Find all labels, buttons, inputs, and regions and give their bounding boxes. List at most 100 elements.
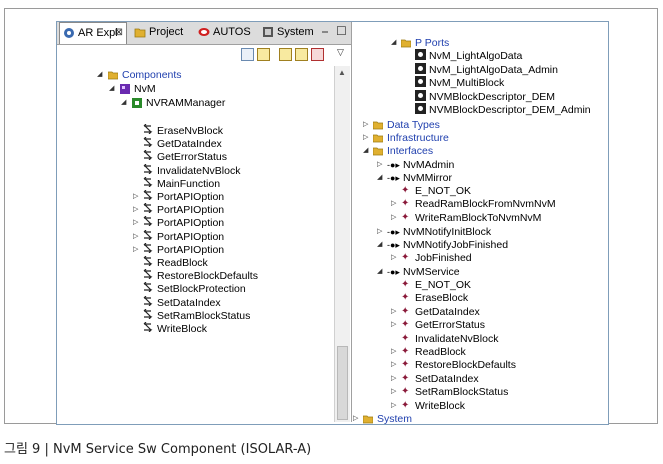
- operation-icon: ✦: [401, 386, 410, 398]
- collapsed-arrow-icon[interactable]: ▷: [363, 131, 368, 145]
- collapsed-arrow-icon[interactable]: ▷: [391, 399, 396, 413]
- workspace-panel: AR Expl ⊠ Project AUTOS System ⎯ ☐ ▽ ◢ C…: [56, 21, 609, 425]
- tree-node-runnable-label: RestoreBlockDefaults: [157, 270, 258, 283]
- collapsed-arrow-icon[interactable]: ▷: [133, 230, 138, 244]
- nvm-admin-label: NvMAdmin: [403, 159, 455, 171]
- nvm-notify-job-label: NvMNotifyJobFinished: [403, 239, 509, 251]
- operation-icon: ✦: [401, 372, 410, 384]
- collapsed-arrow-icon[interactable]: ▷: [391, 358, 396, 372]
- runnable-icon: [143, 123, 153, 138]
- tab-ar-explorer[interactable]: AR Expl ⊠: [59, 22, 127, 44]
- tree-node-operation-label: JobFinished: [415, 252, 472, 264]
- collapsed-arrow-icon[interactable]: ▷: [391, 318, 396, 332]
- collapsed-arrow-icon[interactable]: ▷: [391, 211, 396, 225]
- tab-autosar[interactable]: AUTOS: [195, 22, 257, 42]
- link-editor-icon[interactable]: [257, 48, 270, 61]
- operation-icon: ✦: [401, 292, 410, 304]
- interface-icon: -●▸: [387, 227, 400, 237]
- left-tree: ◢ Components ◢ NvM ◢ NVRAMManager EraseN…: [57, 66, 333, 422]
- expanded-arrow-icon[interactable]: ◢: [97, 68, 102, 82]
- collapsed-arrow-icon[interactable]: ▷: [353, 412, 358, 426]
- tree-node-runnable-label: SetDataIndex: [157, 296, 221, 309]
- expanded-arrow-icon[interactable]: ◢: [377, 238, 382, 252]
- vertical-scrollbar[interactable]: ▲: [334, 66, 350, 422]
- runnable-icon: [143, 255, 153, 270]
- collapsed-arrow-icon[interactable]: ▷: [133, 216, 138, 230]
- expanded-arrow-icon[interactable]: ◢: [391, 36, 396, 50]
- collapsed-arrow-icon[interactable]: ▷: [391, 305, 396, 319]
- expanded-arrow-icon[interactable]: ◢: [377, 171, 382, 185]
- collapsed-arrow-icon[interactable]: ▷: [391, 385, 396, 399]
- runnable-icon: [143, 149, 153, 164]
- tree-node-runnable-label: PortAPIOption: [157, 191, 225, 203]
- operation-icon: ✦: [401, 252, 410, 263]
- collapsed-arrow-icon[interactable]: ▷: [133, 190, 138, 204]
- operation-icon: ✦: [401, 305, 410, 317]
- expanded-arrow-icon[interactable]: ◢: [363, 144, 368, 158]
- folder-icon: [401, 39, 411, 48]
- filter-settings-icon[interactable]: [295, 48, 308, 61]
- collapsed-arrow-icon[interactable]: ▷: [377, 225, 382, 239]
- operation-icon: ✦: [401, 198, 410, 210]
- components-label: Components: [122, 69, 182, 81]
- interface-icon: -●▸: [387, 240, 400, 250]
- nvram-manager-label: NVRAMManager: [146, 97, 226, 109]
- folder-icon: [373, 121, 383, 130]
- tree-node-operation-label: WriteRamBlockToNvmNvM: [415, 211, 542, 224]
- ar-explorer-pane: AR Expl ⊠ Project AUTOS System ⎯ ☐ ▽ ◢ C…: [57, 22, 352, 422]
- collapsed-arrow-icon[interactable]: ▷: [363, 118, 368, 132]
- nvm-label: NvM: [134, 83, 156, 95]
- collapsed-arrow-icon[interactable]: ▷: [391, 251, 396, 265]
- maximize-button[interactable]: ☐: [336, 24, 347, 38]
- interface-icon: -●▸: [387, 173, 400, 183]
- collapsed-arrow-icon[interactable]: ▷: [377, 158, 382, 172]
- collapsed-arrow-icon[interactable]: ▷: [133, 243, 138, 257]
- tree-node-operation-label: E_NOT_OK: [415, 279, 472, 291]
- runnable-icon: [143, 295, 153, 310]
- tree-node-operation-label: EraseBlock: [415, 292, 469, 305]
- collapsed-arrow-icon[interactable]: ▷: [133, 203, 138, 217]
- tree-node-runnable-label: GetDataIndex: [157, 138, 222, 151]
- system-label: System: [377, 413, 413, 425]
- tab-system[interactable]: System: [259, 22, 319, 42]
- tree-node-runnable-label: MainFunction: [157, 177, 221, 190]
- autosar-icon: [198, 28, 210, 36]
- scrollbar-thumb[interactable]: [337, 346, 348, 420]
- view-menu-icon[interactable]: ▽: [337, 47, 344, 58]
- folder-icon: [373, 134, 383, 143]
- minimize-button[interactable]: ⎯: [322, 24, 328, 39]
- scroll-up-icon[interactable]: ▲: [338, 68, 346, 77]
- tree-node-runnable-label: PortAPIOption: [157, 204, 225, 217]
- expanded-arrow-icon[interactable]: ◢: [377, 265, 382, 279]
- interface-icon: -●▸: [387, 267, 400, 277]
- runnable-icon: [143, 215, 153, 230]
- tree-node-runnable-label: InvalidateNvBlock: [157, 164, 241, 177]
- expanded-arrow-icon[interactable]: ◢: [109, 82, 114, 96]
- tab-project[interactable]: Project: [131, 22, 193, 42]
- grid-icon[interactable]: [311, 48, 324, 61]
- tree-node-operation-label: ReadRamBlockFromNvmNvM: [415, 198, 556, 211]
- nvm-mirror-label: NvMMirror: [403, 172, 452, 184]
- runnable-icon: [143, 176, 153, 191]
- collapsed-arrow-icon[interactable]: ▷: [391, 345, 396, 359]
- tree-node-operation-label: SetDataIndex: [415, 372, 479, 385]
- filter-icon[interactable]: [279, 48, 292, 61]
- tree-node-runnable-label: EraseNvBlock: [157, 125, 223, 137]
- expanded-arrow-icon[interactable]: ◢: [121, 96, 126, 110]
- tree-node-port-label: NvM_MultiBlock: [429, 77, 505, 90]
- collapsed-arrow-icon[interactable]: ▷: [391, 372, 396, 386]
- data-types-label: Data Types: [387, 119, 440, 131]
- operation-icon: ✦: [401, 279, 410, 290]
- runnable-icon: [143, 281, 153, 296]
- view-tab-bar: AR Expl ⊠ Project AUTOS System ⎯ ☐: [57, 22, 351, 45]
- tree-node-operation-label: WriteBlock: [415, 399, 465, 412]
- tree-node-operation-label: RestoreBlockDefaults: [415, 359, 516, 372]
- tree-node-operation-label: GetErrorStatus: [415, 319, 486, 332]
- runnable-icon: [143, 163, 153, 178]
- collapsed-arrow-icon[interactable]: ▷: [391, 197, 396, 211]
- collapse-all-icon[interactable]: [241, 48, 254, 61]
- tree-node-operation-label: SetRamBlockStatus: [415, 386, 509, 399]
- tree-node-operation-label: InvalidateNvBlock: [415, 332, 499, 345]
- close-icon[interactable]: ⊠: [115, 23, 123, 43]
- tree-node-runnable-label: PortAPIOption: [157, 230, 225, 243]
